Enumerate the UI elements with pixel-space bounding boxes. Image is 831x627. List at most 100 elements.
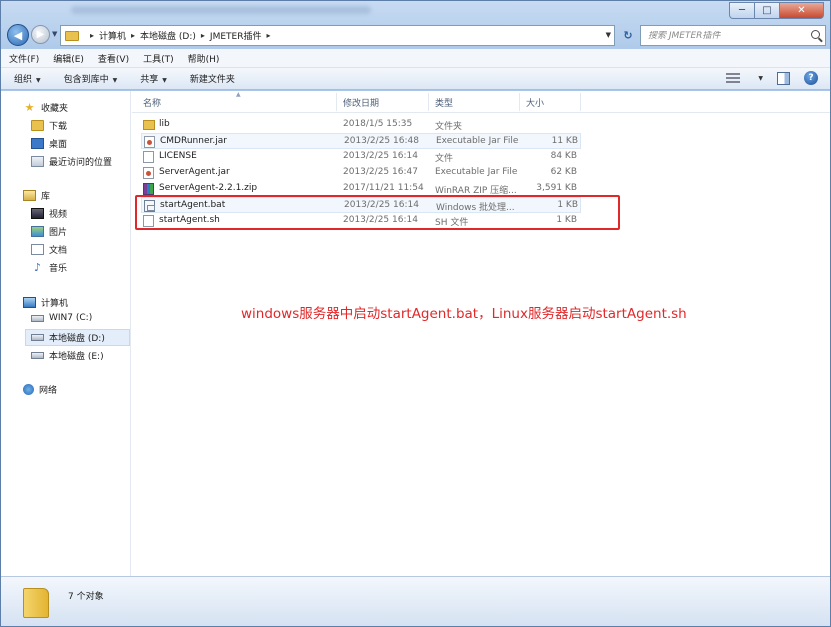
menu-bar: 文件(F) 编辑(E) 查看(V) 工具(T) 帮助(H): [1, 49, 830, 68]
library-icon: [23, 190, 36, 201]
nav-item-pictures[interactable]: 图片: [31, 225, 67, 238]
nav-item-label: 文档: [49, 246, 68, 256]
downloads-folder-icon: [31, 120, 44, 131]
share-button[interactable]: 共享 ▼: [140, 72, 167, 85]
file-date: 2018/1/5 15:35: [343, 119, 413, 129]
explorer-window: ─ □ ✕ ◀ ▶ ▼ ▸ 计算机 ▸ 本地磁盘 (D:) ▸ JMETER插件…: [0, 0, 831, 627]
breadcrumb-drive-d[interactable]: 本地磁盘 (D:): [140, 29, 196, 42]
chevron-down-icon[interactable]: ▼: [758, 75, 763, 82]
nav-item-drive-d[interactable]: 本地磁盘 (D:): [25, 329, 130, 346]
search-box[interactable]: [640, 25, 826, 46]
chevron-right-icon[interactable]: ▸: [266, 31, 270, 40]
file-date: 2017/11/21 11:54: [343, 183, 424, 193]
breadcrumb-jmeter-plugins[interactable]: JMETER插件: [210, 29, 262, 42]
column-header-type[interactable]: 类型: [435, 96, 453, 109]
recent-places-icon: [31, 156, 44, 167]
menu-view[interactable]: 查看(V): [98, 52, 129, 65]
file-list: ▲ 名称 修改日期 类型 大小 lib 2018/1/5 15:35 文件夹 C…: [132, 91, 830, 576]
menu-help[interactable]: 帮助(H): [188, 52, 220, 65]
address-bar[interactable]: ▸ 计算机 ▸ 本地磁盘 (D:) ▸ JMETER插件 ▸ ▼: [60, 25, 615, 46]
file-size: 11 KB: [551, 136, 578, 146]
organize-label: 组织: [14, 75, 33, 85]
nav-computer[interactable]: 计算机: [23, 296, 68, 309]
nav-item-videos[interactable]: 视频: [31, 207, 67, 220]
desktop-icon: [31, 138, 44, 149]
folder-icon: [65, 30, 79, 41]
view-options-icon[interactable]: [726, 72, 741, 84]
blurred-background-text: [71, 6, 371, 14]
column-header-date[interactable]: 修改日期: [343, 96, 379, 109]
file-row-cmdrunner[interactable]: CMDRunner.jar 2013/2/25 16:48 Executable…: [141, 133, 581, 149]
column-header-size[interactable]: 大小: [526, 96, 544, 109]
column-divider[interactable]: [580, 93, 581, 111]
menu-edit[interactable]: 编辑(E): [53, 52, 84, 65]
nav-item-drive-e[interactable]: 本地磁盘 (E:): [31, 349, 104, 362]
minimize-button[interactable]: ─: [729, 2, 755, 19]
chevron-down-icon: ▼: [112, 77, 118, 84]
nav-item-music[interactable]: ♪ 音乐: [31, 261, 67, 274]
computer-icon: [23, 297, 36, 308]
new-folder-button[interactable]: 新建文件夹: [190, 72, 235, 85]
nav-libraries[interactable]: 库: [23, 189, 50, 202]
nav-item-recent[interactable]: 最近访问的位置: [31, 155, 112, 168]
include-in-library-button[interactable]: 包含到库中 ▼: [64, 72, 118, 85]
preview-pane-icon[interactable]: [777, 71, 790, 85]
chevron-down-icon: ▼: [162, 77, 167, 84]
recent-pages-dropdown[interactable]: ▼: [52, 30, 57, 38]
refresh-button[interactable]: ↻: [618, 25, 638, 46]
file-icon: [143, 151, 154, 163]
help-icon[interactable]: ?: [804, 71, 818, 85]
file-row-serveragent-jar[interactable]: ServerAgent.jar 2013/2/25 16:47 Executab…: [141, 165, 581, 181]
window-controls: ─ □ ✕: [729, 2, 824, 19]
column-divider[interactable]: [519, 93, 520, 111]
breadcrumb-computer[interactable]: 计算机: [99, 29, 126, 42]
video-library-icon: [31, 208, 44, 219]
file-size: 3,591 KB: [536, 183, 577, 193]
title-bar: ─ □ ✕: [1, 1, 830, 21]
refresh-icon: ↻: [623, 29, 633, 42]
nav-favorites[interactable]: ★ 收藏夹: [23, 101, 68, 114]
back-button[interactable]: ◀: [7, 24, 29, 46]
file-date: 2013/2/25 16:48: [344, 136, 419, 146]
chevron-right-icon[interactable]: ▸: [131, 31, 135, 40]
search-icon[interactable]: [811, 30, 820, 39]
maximize-button[interactable]: □: [755, 2, 780, 19]
organize-button[interactable]: 组织 ▼: [14, 72, 41, 85]
nav-item-label: 最近访问的位置: [49, 158, 113, 168]
forward-button[interactable]: ▶: [31, 25, 50, 44]
nav-network[interactable]: 网络: [23, 383, 57, 396]
file-type: Executable Jar File: [435, 167, 518, 177]
address-row: ◀ ▶ ▼ ▸ 计算机 ▸ 本地磁盘 (D:) ▸ JMETER插件 ▸ ▼ ↻: [1, 22, 830, 48]
nav-item-downloads[interactable]: 下载: [31, 119, 67, 132]
file-size: 62 KB: [550, 167, 577, 177]
highlight-box: [135, 195, 620, 230]
search-input[interactable]: [648, 30, 798, 41]
column-divider[interactable]: [336, 93, 337, 111]
file-type: Executable Jar File: [436, 136, 519, 146]
nav-item-label: 本地磁盘 (D:): [49, 334, 105, 344]
item-count: 7 个对象: [68, 592, 104, 602]
address-history-dropdown[interactable]: ▼: [606, 31, 611, 39]
network-icon: [23, 384, 34, 395]
nav-network-label: 网络: [39, 386, 58, 396]
chevron-right-icon[interactable]: ▸: [90, 31, 94, 40]
folder-icon: [143, 120, 155, 130]
column-header-name[interactable]: 名称: [143, 96, 161, 109]
column-divider[interactable]: [428, 93, 429, 111]
chevron-right-icon[interactable]: ▸: [201, 31, 205, 40]
folder-icon: [23, 588, 49, 618]
nav-item-drive-c[interactable]: WIN7 (C:): [31, 313, 92, 323]
main-area: ★ 收藏夹 下载 桌面 最近访问的位置 库 视频 图片 文档 ♪ 音乐 计算机 WI…: [1, 91, 830, 576]
nav-item-label: 音乐: [49, 264, 68, 274]
nav-item-desktop[interactable]: 桌面: [31, 137, 67, 150]
file-row-lib[interactable]: lib 2018/1/5 15:35 文件夹: [141, 117, 581, 133]
close-button[interactable]: ✕: [780, 2, 824, 19]
file-name: ServerAgent-2.2.1.zip: [159, 183, 258, 193]
nav-item-label: 图片: [49, 228, 68, 238]
menu-tools[interactable]: 工具(T): [143, 52, 174, 65]
nav-item-label: 桌面: [49, 140, 68, 150]
file-row-license[interactable]: LICENSE 2013/2/25 16:14 文件 84 KB: [141, 149, 581, 165]
nav-item-documents[interactable]: 文档: [31, 243, 67, 256]
drive-icon: [31, 334, 44, 341]
menu-file[interactable]: 文件(F): [9, 52, 39, 65]
